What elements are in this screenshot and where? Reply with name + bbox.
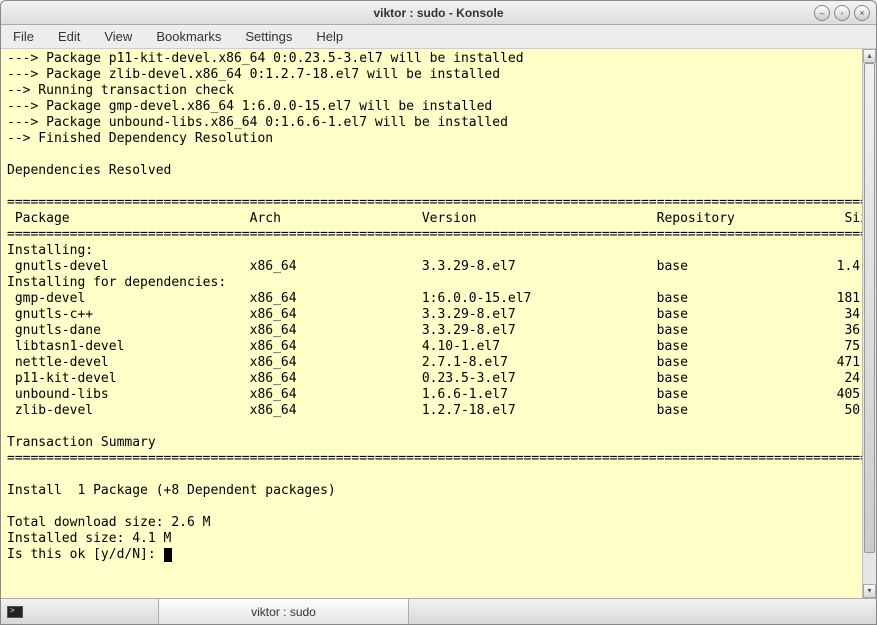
terminal[interactable]: ---> Package p11-kit-devel.x86_64 0:0.23… — [1, 49, 862, 598]
minimize-button[interactable]: – — [814, 5, 830, 21]
menu-help[interactable]: Help — [312, 27, 347, 46]
taskbar-launcher[interactable] — [1, 599, 159, 624]
menu-edit[interactable]: Edit — [54, 27, 84, 46]
window-title: viktor : sudo - Konsole — [373, 6, 503, 20]
scrollbar[interactable]: ▴ ▾ — [862, 49, 876, 598]
scroll-up-button[interactable]: ▴ — [863, 49, 876, 63]
cursor — [164, 548, 172, 562]
scroll-down-button[interactable]: ▾ — [863, 584, 876, 598]
terminal-area: ---> Package p11-kit-devel.x86_64 0:0.23… — [1, 49, 876, 598]
menubar: File Edit View Bookmarks Settings Help — [1, 25, 876, 49]
taskbar-tab-label: viktor : sudo — [251, 605, 316, 619]
window-controls: – ◦ × — [814, 5, 870, 21]
maximize-button[interactable]: ◦ — [834, 5, 850, 21]
titlebar[interactable]: viktor : sudo - Konsole – ◦ × — [1, 1, 876, 25]
scroll-track[interactable] — [863, 63, 876, 584]
scroll-thumb[interactable] — [864, 63, 875, 553]
taskbar-tab[interactable]: viktor : sudo — [159, 599, 409, 624]
menu-bookmarks[interactable]: Bookmarks — [152, 27, 225, 46]
menu-view[interactable]: View — [100, 27, 136, 46]
menu-settings[interactable]: Settings — [241, 27, 296, 46]
konsole-window: viktor : sudo - Konsole – ◦ × File Edit … — [0, 0, 877, 625]
taskbar: viktor : sudo — [1, 598, 876, 624]
terminal-icon — [7, 606, 23, 618]
menu-file[interactable]: File — [9, 27, 38, 46]
close-button[interactable]: × — [854, 5, 870, 21]
